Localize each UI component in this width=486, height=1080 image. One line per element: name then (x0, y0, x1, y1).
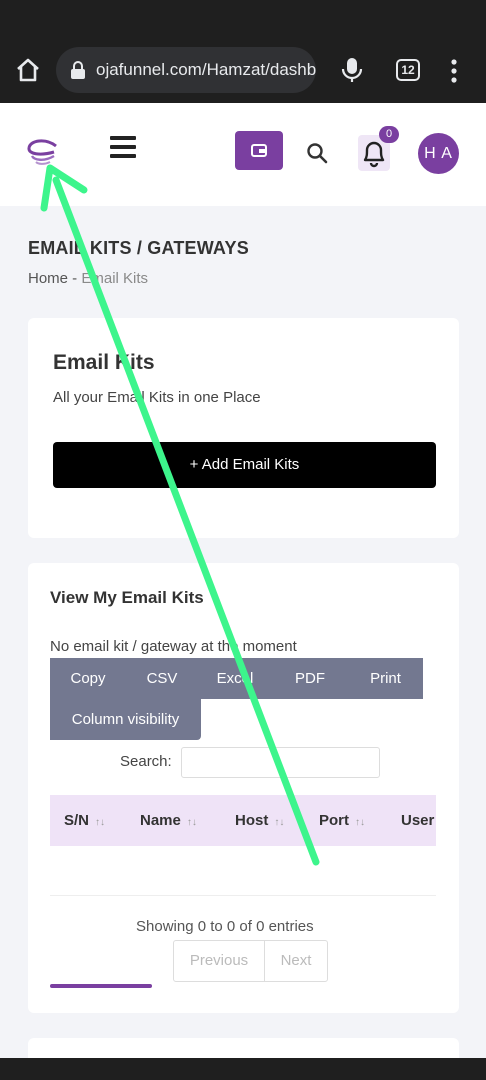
table-card-title: View My Email Kits (50, 588, 204, 607)
table-empty-row (50, 846, 436, 896)
empty-state-message: No email kit / gateway at the moment (50, 638, 297, 655)
lock-icon (71, 61, 85, 79)
email-kits-card: Email Kits All your Email Kits in one Pl… (28, 318, 459, 538)
print-button[interactable]: Print (348, 658, 423, 699)
column-visibility-button[interactable]: Column visibility (50, 699, 201, 740)
url-text: ojafunnel.com/Hamzat/dashb (96, 60, 316, 79)
sort-icon: ↑↓ (95, 817, 106, 828)
search-icon[interactable] (305, 141, 329, 165)
pdf-button[interactable]: PDF (272, 658, 348, 699)
csv-button[interactable]: CSV (126, 658, 198, 699)
wallet-icon (251, 144, 267, 157)
browser-toolbar: ojafunnel.com/Hamzat/dashb 12 (0, 0, 486, 103)
pagination: Previous Next (173, 940, 328, 982)
address-bar[interactable]: ojafunnel.com/Hamzat/dashb (56, 47, 316, 93)
more-options-icon[interactable] (447, 58, 461, 84)
home-icon[interactable] (14, 56, 42, 84)
tab-switcher-button[interactable]: 12 (396, 59, 420, 81)
column-header-port[interactable]: Port ↑↓ (319, 795, 365, 846)
sort-icon: ↑↓ (274, 817, 285, 828)
card-title: Email Kits (53, 351, 155, 374)
wallet-button[interactable] (235, 131, 283, 170)
breadcrumb-current: Email Kits (81, 270, 149, 287)
column-header-sn[interactable]: S/N ↑↓ (64, 795, 105, 846)
table-info: Showing 0 to 0 of 0 entries (136, 918, 314, 935)
previous-page-button[interactable]: Previous (174, 941, 265, 981)
excel-button[interactable]: Excel (198, 658, 272, 699)
column-header-user[interactable]: User (401, 795, 434, 846)
copy-button[interactable]: Copy (50, 658, 126, 699)
horizontal-scrollbar[interactable] (50, 984, 152, 988)
breadcrumb-separator: - (68, 270, 82, 287)
breadcrumb-home-link[interactable]: Home (28, 270, 68, 287)
user-avatar[interactable]: H A (418, 133, 459, 174)
ojafunnel-logo-icon[interactable] (26, 138, 60, 168)
column-header-host[interactable]: Host ↑↓ (235, 795, 284, 846)
notification-count-badge: 0 (379, 126, 399, 143)
table-search-input[interactable] (181, 747, 380, 778)
system-nav-bar (0, 1058, 486, 1080)
microphone-icon[interactable] (340, 56, 364, 84)
hamburger-menu-icon[interactable] (110, 136, 136, 158)
next-page-button[interactable]: Next (265, 941, 327, 981)
view-email-kits-card: View My Email Kits No email kit / gatewa… (28, 563, 459, 1013)
add-email-kits-button[interactable]: + Add Email Kits (53, 442, 436, 488)
column-header-name[interactable]: Name ↑↓ (140, 795, 197, 846)
sort-icon: ↑↓ (186, 817, 197, 828)
sort-icon: ↑↓ (355, 817, 365, 828)
card-subtitle: All your Email Kits in one Place (53, 389, 261, 406)
table-header: S/N ↑↓ Name ↑↓ Host ↑↓ Port ↑↓ User (50, 795, 436, 846)
search-label: Search: (120, 753, 172, 770)
breadcrumb: Home - Email Kits (28, 270, 148, 287)
page-title: EMAIL KITS / GATEWAYS (28, 238, 249, 258)
